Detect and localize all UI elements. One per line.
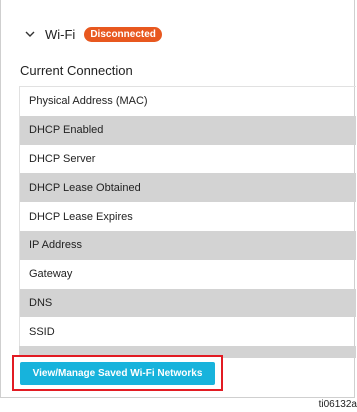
row-dhcp-enabled: DHCP Enabled bbox=[20, 115, 356, 145]
row-dhcp-server: DHCP Server bbox=[29, 152, 96, 165]
chevron-down-icon[interactable] bbox=[24, 28, 36, 40]
current-connection-title: Current Connection bbox=[20, 63, 133, 78]
row-ssid: SSID bbox=[29, 325, 55, 338]
wifi-section-header[interactable]: Wi-Fi Disconnected bbox=[24, 24, 162, 44]
status-badge: Disconnected bbox=[84, 26, 162, 42]
figure-id-label: ti06132a bbox=[318, 399, 357, 410]
row-dns: DNS bbox=[20, 288, 356, 318]
connection-details-table: Physical Address (MAC) DHCP Enabled DHCP… bbox=[19, 86, 356, 347]
row-dhcp-lease-obtained: DHCP Lease Obtained bbox=[20, 173, 356, 203]
view-manage-saved-networks-button[interactable]: View/Manage Saved Wi-Fi Networks bbox=[20, 362, 215, 385]
wifi-panel: Wi-Fi Disconnected Current Connection Ph… bbox=[0, 0, 356, 398]
row-physical-address: Physical Address (MAC) bbox=[29, 95, 148, 108]
wifi-label: Wi-Fi bbox=[45, 26, 76, 42]
button-highlight-frame: View/Manage Saved Wi-Fi Networks bbox=[12, 355, 223, 391]
row-ip-address: IP Address bbox=[20, 230, 356, 260]
row-gateway: Gateway bbox=[29, 268, 73, 281]
row-dhcp-lease-expires: DHCP Lease Expires bbox=[29, 210, 133, 223]
